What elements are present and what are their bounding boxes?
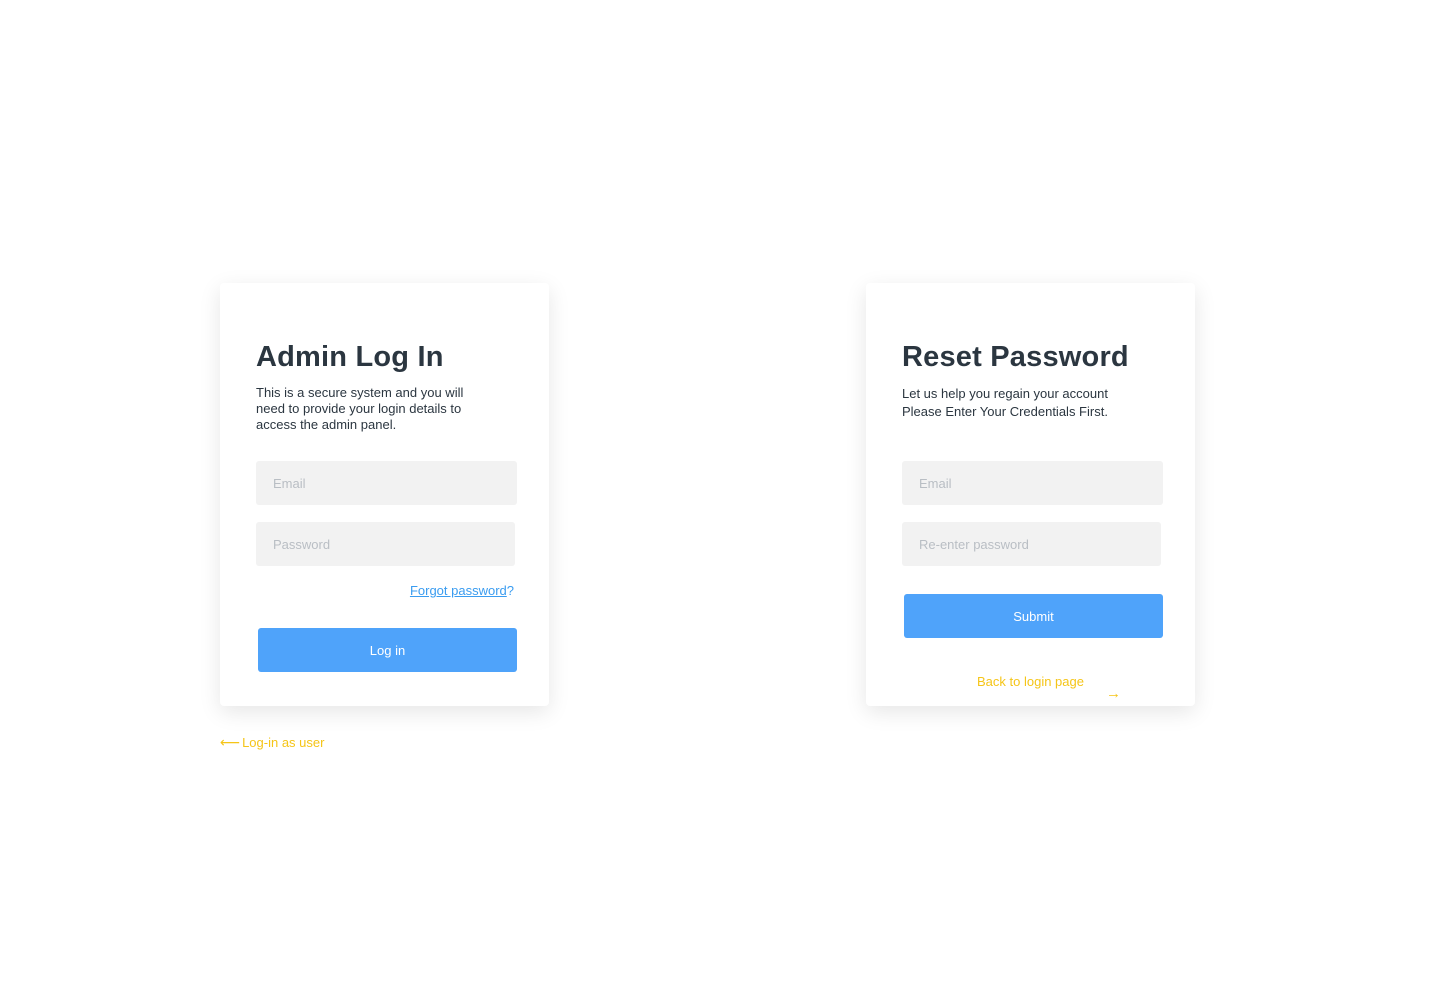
arrow-right-icon: →	[1106, 685, 1121, 702]
login-email-input[interactable]	[256, 461, 517, 505]
reset-email-input[interactable]	[902, 461, 1163, 505]
forgot-password: Forgot password?	[410, 583, 514, 598]
reenter-password-input[interactable]	[902, 522, 1161, 566]
arrow-left-icon: ⟵	[220, 734, 241, 750]
submit-button[interactable]: Submit	[904, 594, 1163, 638]
reset-description: Let us help you regain your account Plea…	[902, 385, 1152, 421]
forgot-password-suffix: ?	[506, 583, 514, 598]
login-button[interactable]: Log in	[258, 628, 517, 672]
login-as-user-label: Log-in as user	[242, 735, 325, 750]
login-as-user-link[interactable]: ⟵ Log-in as user	[220, 734, 324, 751]
login-title: Admin Log In	[256, 341, 444, 373]
reset-description-line: Let us help you regain your account	[902, 386, 1108, 401]
admin-login-card: Admin Log In This is a secure system and…	[220, 283, 549, 706]
reset-description-line: Please Enter Your Credentials First.	[902, 404, 1108, 419]
login-description-line: This is a secure system and you will	[256, 385, 464, 400]
reset-title: Reset Password	[902, 341, 1129, 373]
back-to-login-link[interactable]: Back to login page	[977, 674, 1084, 689]
login-description: This is a secure system and you will nee…	[256, 385, 506, 433]
login-password-input[interactable]	[256, 522, 515, 566]
forgot-password-link[interactable]: Forgot password	[410, 583, 507, 598]
login-description-line: need to provide your login details to	[256, 401, 462, 416]
login-description-line: access the admin panel.	[256, 417, 397, 432]
reset-password-card: Reset Password Let us help you regain yo…	[866, 283, 1195, 706]
